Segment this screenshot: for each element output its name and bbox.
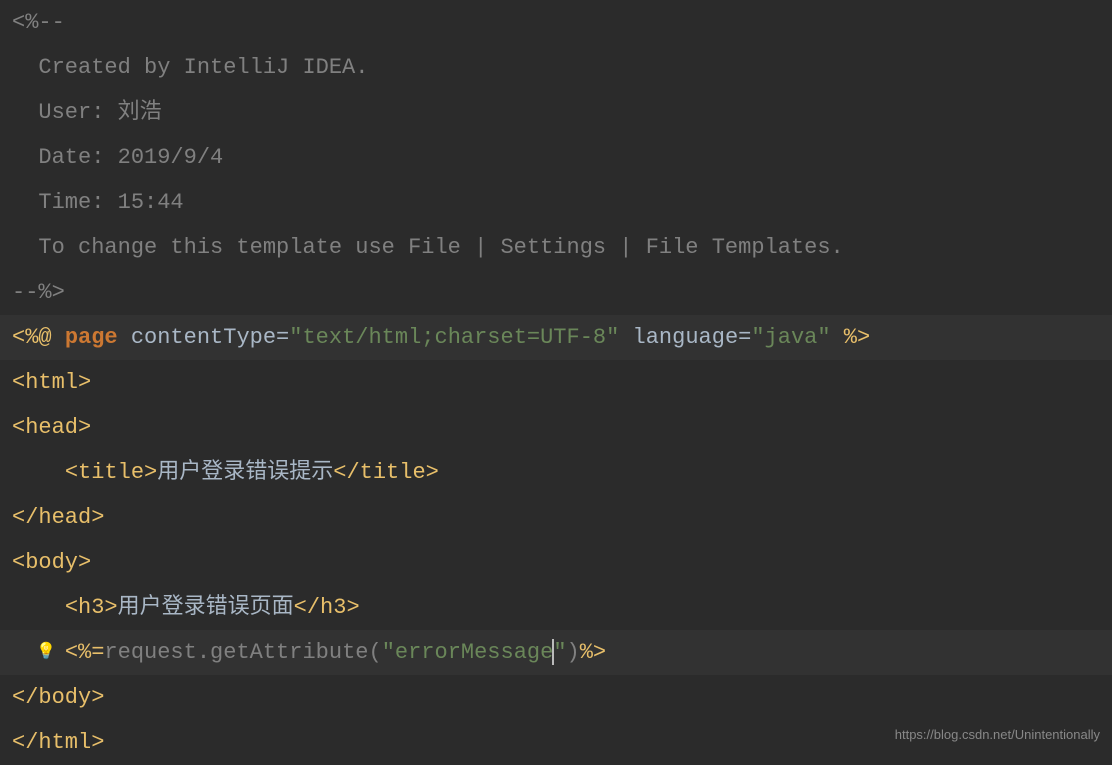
comment-text: Time: 15:44	[12, 190, 184, 215]
code-line-6[interactable]: To change this template use File | Setti…	[0, 225, 1112, 270]
tag-bracket: <	[65, 595, 78, 620]
tag-bracket: >	[104, 595, 117, 620]
code-line-2[interactable]: Created by IntelliJ IDEA.	[0, 45, 1112, 90]
code-line-5[interactable]: Time: 15:44	[0, 180, 1112, 225]
title-tag: title	[78, 460, 144, 485]
jsp-expr-close: %>	[580, 640, 606, 665]
tag-bracket: >	[346, 595, 359, 620]
jsp-directive-close: %>	[831, 325, 871, 350]
tag-bracket: >	[426, 460, 439, 485]
comment-text: Created by IntelliJ IDEA.	[12, 55, 368, 80]
code-line-16[interactable]: </body>	[0, 675, 1112, 720]
code-line-7[interactable]: --%>	[0, 270, 1112, 315]
code-line-10[interactable]: <head>	[0, 405, 1112, 450]
code-line-4[interactable]: Date: 2019/9/4	[0, 135, 1112, 180]
html-tag-close: html	[38, 730, 91, 755]
tag-bracket: >	[91, 505, 104, 530]
tag-bracket: </	[333, 460, 359, 485]
string-value: "errorMessage	[382, 640, 554, 665]
code-line-12[interactable]: </head>	[0, 495, 1112, 540]
tag-bracket: <	[12, 550, 25, 575]
comment-end: --%>	[12, 280, 65, 305]
tag-bracket: >	[91, 685, 104, 710]
head-tag: head	[25, 415, 78, 440]
close-paren: )	[567, 640, 580, 665]
title-text: 用户登录错误提示	[157, 460, 333, 485]
code-line-9[interactable]: <html>	[0, 360, 1112, 405]
tag-bracket: </	[294, 595, 320, 620]
title-tag-close: title	[360, 460, 426, 485]
tag-bracket: </	[12, 685, 38, 710]
head-tag-close: head	[38, 505, 91, 530]
comment-text: User: 刘浩	[12, 100, 162, 125]
code-line-8[interactable]: <%@ page contentType="text/html;charset=…	[0, 315, 1112, 360]
comment-start: <%--	[12, 10, 65, 35]
h3-tag: h3	[78, 595, 104, 620]
jsp-directive-open: <%@	[12, 325, 65, 350]
intention-bulb-icon[interactable]: 💡	[36, 630, 56, 675]
html-tag: html	[25, 370, 78, 395]
tag-bracket: >	[78, 370, 91, 395]
string-value: "text/html;charset=UTF-8"	[289, 325, 619, 350]
tag-bracket: >	[144, 460, 157, 485]
comment-text: To change this template use File | Setti…	[12, 235, 844, 260]
h3-tag-close: h3	[320, 595, 346, 620]
indent	[12, 585, 65, 630]
code-line-1[interactable]: <%--	[0, 0, 1112, 45]
request-object: request	[104, 640, 196, 665]
tag-bracket: </	[12, 505, 38, 530]
string-value: "	[553, 640, 566, 665]
method-call: .getAttribute(	[197, 640, 382, 665]
code-line-14[interactable]: <h3>用户登录错误页面</h3>	[0, 585, 1112, 630]
tag-bracket: <	[12, 415, 25, 440]
tag-bracket: <	[12, 370, 25, 395]
code-line-3[interactable]: User: 刘浩	[0, 90, 1112, 135]
body-tag: body	[25, 550, 78, 575]
body-tag-close: body	[38, 685, 91, 710]
attribute: contentType=	[118, 325, 290, 350]
attribute: language=	[619, 325, 751, 350]
tag-bracket: >	[78, 550, 91, 575]
jsp-page-keyword: page	[65, 325, 118, 350]
tag-bracket: </	[12, 730, 38, 755]
watermark-text: https://blog.csdn.net/Unintentionally	[895, 727, 1100, 742]
h3-text: 用户登录错误页面	[118, 595, 294, 620]
tag-bracket: >	[78, 415, 91, 440]
code-editor[interactable]: <%-- Created by IntelliJ IDEA. User: 刘浩 …	[0, 0, 1112, 765]
jsp-expr-open: <%=	[65, 640, 105, 665]
code-line-15[interactable]: 💡 <%=request.getAttribute("errorMessage"…	[0, 630, 1112, 675]
code-line-13[interactable]: <body>	[0, 540, 1112, 585]
code-line-11[interactable]: <title>用户登录错误提示</title>	[0, 450, 1112, 495]
comment-text: Date: 2019/9/4	[12, 145, 223, 170]
tag-bracket: >	[91, 730, 104, 755]
indent	[12, 450, 65, 495]
tag-bracket: <	[65, 460, 78, 485]
string-value: "java"	[751, 325, 830, 350]
